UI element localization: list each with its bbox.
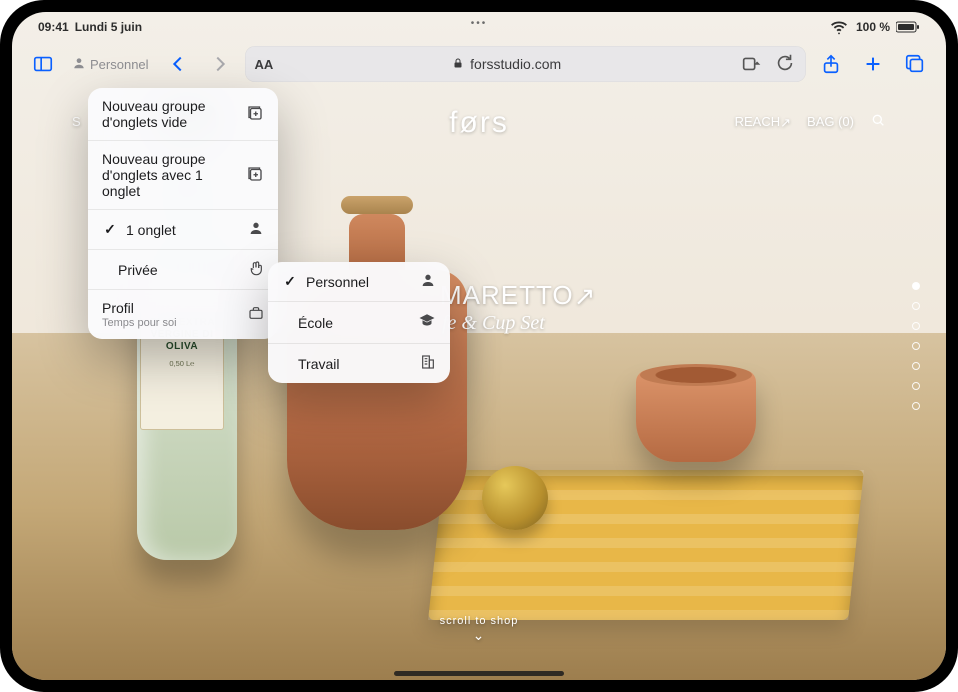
profile-chip[interactable]: Personnel — [68, 56, 153, 73]
menu-item-profile[interactable]: Profil Temps pour soi — [88, 289, 278, 339]
menu-item-new-empty-group[interactable]: Nouveau groupe d'onglets vide — [88, 88, 278, 140]
page-dot[interactable] — [912, 342, 920, 350]
site-search-icon[interactable] — [870, 112, 886, 131]
checkmark-icon: ✓ — [282, 273, 298, 290]
page-dot[interactable] — [912, 382, 920, 390]
status-time: 09:41 — [38, 20, 69, 34]
page-dot[interactable] — [912, 362, 920, 370]
tabs-button[interactable] — [898, 47, 932, 81]
wifi-icon — [828, 16, 850, 38]
arrow-ne-icon: ↗ — [780, 115, 791, 131]
person-icon — [72, 56, 86, 73]
tabgroup-plus-icon — [246, 165, 264, 186]
battery-percent: 100 % — [856, 20, 890, 34]
scene-fruit — [482, 466, 548, 530]
hand-privacy-icon — [248, 260, 264, 279]
menu-item-one-tab[interactable]: ✓ 1 onglet — [88, 209, 278, 249]
sidebar-button[interactable] — [26, 47, 60, 81]
tab-groups-menu: Nouveau groupe d'onglets vide Nouveau gr… — [88, 88, 278, 339]
scene-cup — [636, 370, 766, 480]
hero-title[interactable]: MARETTO↗ — [440, 280, 596, 311]
page-dot[interactable] — [912, 282, 920, 290]
site-menu-button[interactable]: S — [72, 114, 83, 129]
page-dot[interactable] — [912, 302, 920, 310]
person-icon — [420, 272, 436, 291]
lock-icon — [452, 56, 464, 73]
status-bar: 09:41 Lundi 5 juin 100 % — [12, 16, 946, 38]
hero-subtitle: fe & Cup Set — [442, 312, 545, 335]
site-reach-link[interactable]: REACH ↗ — [735, 114, 791, 130]
site-bag-link[interactable]: BAG (0) — [807, 114, 854, 129]
profile-option-work[interactable]: Travail — [268, 343, 450, 383]
profiles-submenu: ✓ Personnel École Travail — [268, 262, 450, 383]
checkmark-icon: ✓ — [102, 221, 118, 238]
ipad-frame: CASA OLEARIA OLIO EXTRA VERGINE DI OLIVA… — [0, 0, 958, 692]
menu-item-new-group-with-tab[interactable]: Nouveau groupe d'onglets avec 1 onglet — [88, 140, 278, 209]
graduation-cap-icon — [418, 312, 436, 333]
url-text: forsstudio.com — [470, 56, 561, 72]
person-icon — [248, 220, 264, 239]
profile-option-personal[interactable]: ✓ Personnel — [268, 262, 450, 301]
menu-profile-sub: Temps pour soi — [102, 317, 177, 329]
reload-icon[interactable] — [774, 52, 796, 77]
arrow-ne-icon: ↗ — [574, 281, 597, 312]
page-dot[interactable] — [912, 322, 920, 330]
page-dot[interactable] — [912, 402, 920, 410]
extensions-icon[interactable] — [740, 52, 762, 77]
safari-toolbar: Personnel AA forsstudio.com — [26, 42, 932, 86]
screen: CASA OLEARIA OLIO EXTRA VERGINE DI OLIVA… — [12, 12, 946, 680]
menu-item-private[interactable]: Privée — [88, 249, 278, 289]
scroll-hint[interactable]: scroll to shop ⌄ — [440, 615, 519, 644]
building-icon — [420, 354, 436, 373]
tabgroup-plus-icon — [246, 104, 264, 125]
chevron-down-icon: ⌄ — [440, 627, 519, 644]
address-bar[interactable]: AA forsstudio.com — [245, 46, 806, 82]
briefcase-icon — [248, 305, 264, 324]
forward-button — [203, 47, 237, 81]
status-date: Lundi 5 juin — [75, 20, 142, 34]
bottle-label-size: 0,50 L℮ — [147, 359, 217, 368]
site-brand-logo[interactable]: førs — [449, 106, 509, 140]
profile-chip-label: Personnel — [90, 57, 149, 72]
battery-icon — [896, 21, 920, 33]
new-tab-button[interactable] — [856, 47, 890, 81]
text-size-button[interactable]: AA — [255, 57, 274, 72]
share-button[interactable] — [814, 47, 848, 81]
page-dots[interactable] — [912, 282, 920, 410]
profile-option-school[interactable]: École — [268, 301, 450, 343]
back-button[interactable] — [161, 47, 195, 81]
home-indicator[interactable] — [394, 671, 564, 676]
